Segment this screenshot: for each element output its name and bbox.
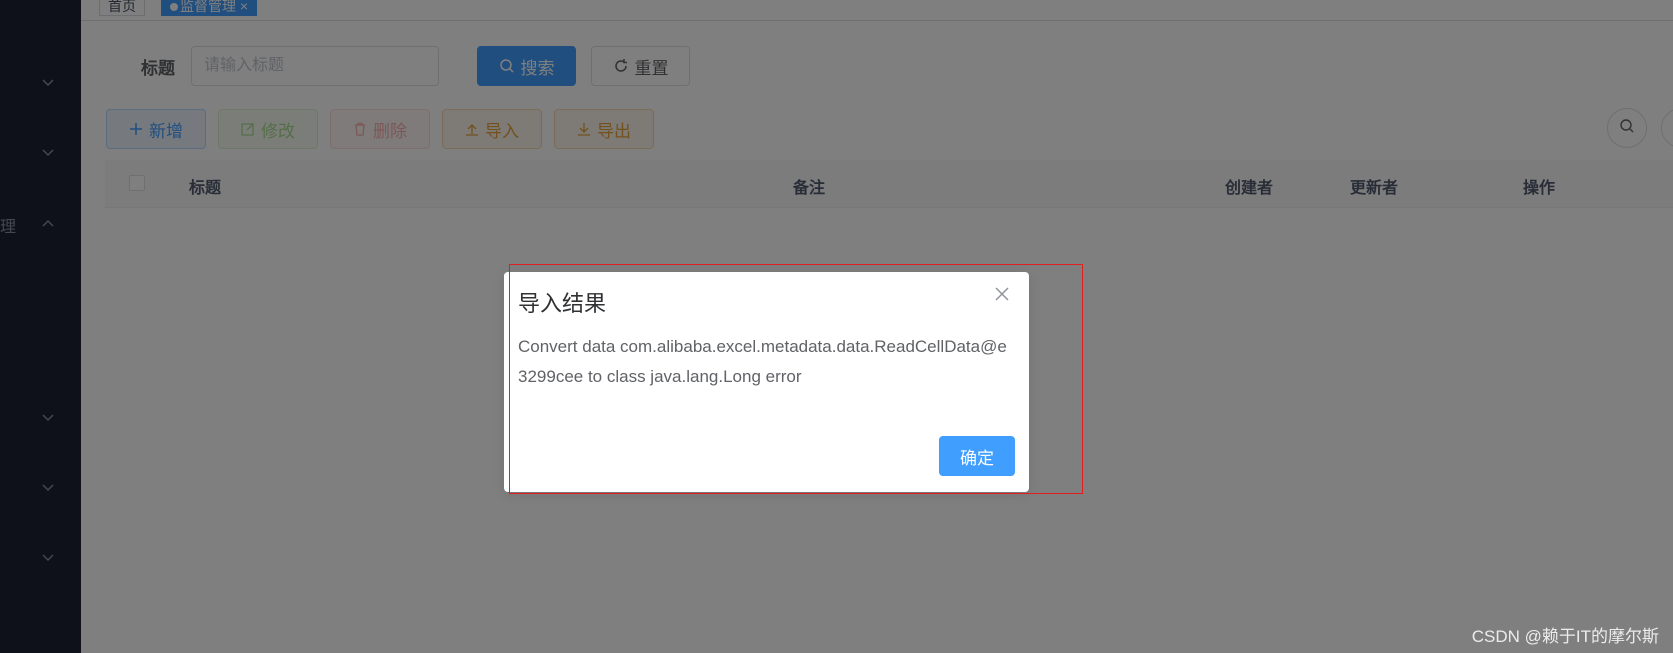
annotation-highlight-box [509,264,1083,494]
watermark: CSDN @赖于IT的摩尔斯 [1471,627,1659,646]
